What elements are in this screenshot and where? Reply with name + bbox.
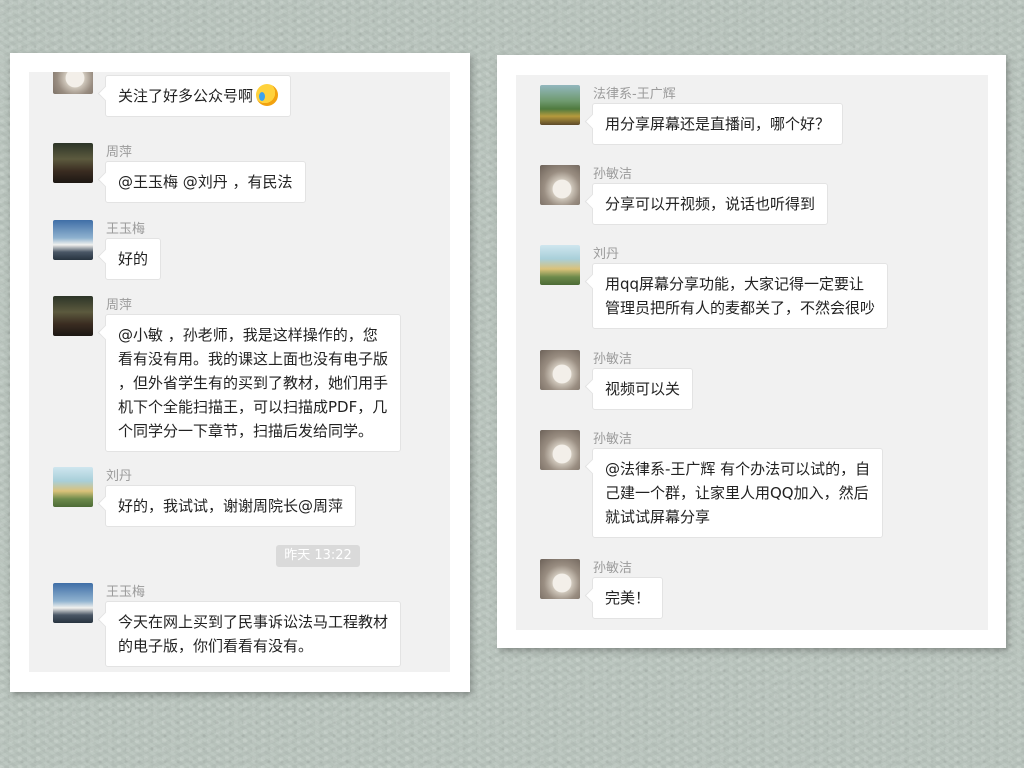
message-text: @王玉梅 @刘丹 ，有民法 bbox=[118, 173, 293, 191]
message-bubble[interactable]: 好的 bbox=[105, 238, 162, 280]
chat-screenshot-card-left: 关注了好多公众号啊 周萍 @王玉梅 @刘丹 ，有民法 王玉梅 好的 周萍 @小敏… bbox=[10, 53, 470, 692]
message-line: @法律系-王广辉 有个办法可以试的，自 bbox=[605, 460, 871, 478]
message-text: 分享可以开视频，说话也听得到 bbox=[605, 195, 816, 213]
message-line: 今天在网上买到了民事诉讼法马工程教材 bbox=[118, 613, 389, 631]
message-bubble[interactable]: @王玉梅 @刘丹 ，有民法 bbox=[105, 161, 306, 203]
message-line: 的电子版，你们看看有没有。 bbox=[118, 637, 314, 655]
avatar[interactable] bbox=[53, 72, 93, 94]
message-text: 关注了好多公众号啊 bbox=[118, 87, 254, 105]
message-text: 好的，我试试，谢谢周院长@周萍 bbox=[118, 497, 344, 515]
sender-name: 周萍 bbox=[106, 145, 133, 160]
sender-name: 王玉梅 bbox=[106, 222, 146, 237]
rolling-laughing-emoji-icon bbox=[256, 84, 279, 106]
message-line: 个同学分一下章节，扫描后发给同学。 bbox=[118, 422, 374, 440]
sender-name: 孙敏洁 bbox=[593, 432, 633, 447]
chat-area-left: 关注了好多公众号啊 周萍 @王玉梅 @刘丹 ，有民法 王玉梅 好的 周萍 @小敏… bbox=[29, 72, 450, 672]
avatar[interactable] bbox=[53, 467, 93, 507]
message-bubble[interactable]: 用分享屏幕还是直播间，哪个好？ bbox=[592, 103, 844, 145]
message-bubble[interactable]: 好的，我试试，谢谢周院长@周萍 bbox=[105, 485, 357, 527]
sender-name: 周萍 bbox=[106, 298, 133, 313]
sender-name: 孙敏洁 bbox=[593, 352, 633, 367]
message-bubble[interactable]: 视频可以关 bbox=[592, 368, 694, 410]
sender-name: 孙敏洁 bbox=[593, 561, 633, 576]
avatar[interactable] bbox=[540, 85, 580, 125]
message-line: 己建一个群，让家里人用QQ加入，然后 bbox=[605, 484, 869, 502]
avatar[interactable] bbox=[540, 430, 580, 470]
sender-name: 刘丹 bbox=[106, 469, 133, 484]
message-line: 机下个全能扫描王，可以扫描成PDF，几 bbox=[118, 398, 388, 416]
message-text: 用分享屏幕还是直播间，哪个好？ bbox=[605, 115, 831, 133]
avatar[interactable] bbox=[540, 350, 580, 390]
message-bubble[interactable]: 今天在网上买到了民事诉讼法马工程教材 的电子版，你们看看有没有。 bbox=[105, 601, 402, 667]
avatar[interactable] bbox=[540, 559, 580, 599]
sender-name: 法律系-王广辉 bbox=[593, 87, 676, 102]
avatar[interactable] bbox=[53, 296, 93, 336]
message-bubble[interactable]: 关注了好多公众号啊 bbox=[105, 75, 292, 117]
sender-name: 孙敏洁 bbox=[593, 167, 633, 182]
message-line: ，但外省学生有的买到了教材，她们用手 bbox=[118, 374, 389, 392]
sender-name: 王玉梅 bbox=[106, 585, 146, 600]
avatar[interactable] bbox=[540, 165, 580, 205]
chat-area-right: 法律系-王广辉 用分享屏幕还是直播间，哪个好？ 孙敏洁 分享可以开视频，说话也听… bbox=[516, 75, 988, 630]
message-bubble[interactable]: 分享可以开视频，说话也听得到 bbox=[592, 183, 829, 225]
message-line: 用qq屏幕分享功能，大家记得一定要让 bbox=[605, 275, 865, 293]
chat-screenshot-card-right: 法律系-王广辉 用分享屏幕还是直播间，哪个好？ 孙敏洁 分享可以开视频，说话也听… bbox=[497, 55, 1006, 648]
message-bubble[interactable]: @法律系-王广辉 有个办法可以试的，自 己建一个群，让家里人用QQ加入，然后 就… bbox=[592, 448, 884, 538]
sender-name: 刘丹 bbox=[593, 247, 620, 262]
message-bubble[interactable]: 用qq屏幕分享功能，大家记得一定要让 管理员把所有人的麦都关了，不然会很吵 bbox=[592, 263, 889, 329]
message-bubble[interactable]: @小敏 ，孙老师，我是这样操作的，您 看有没有用。我的课这上面也没有电子版 ，但… bbox=[105, 314, 402, 452]
avatar[interactable] bbox=[540, 245, 580, 285]
message-line: @小敏 ，孙老师，我是这样操作的，您 bbox=[118, 326, 378, 344]
avatar[interactable] bbox=[53, 583, 93, 623]
message-text: 好的 bbox=[118, 250, 149, 268]
message-line: 就试试屏幕分享 bbox=[605, 508, 711, 526]
message-text: 完美！ bbox=[605, 589, 651, 607]
message-line: 看有没有用。我的课这上面也没有电子版 bbox=[118, 350, 389, 368]
avatar[interactable] bbox=[53, 143, 93, 183]
message-bubble[interactable]: 完美！ bbox=[592, 577, 664, 619]
message-text: 视频可以关 bbox=[605, 380, 681, 398]
message-line: 管理员把所有人的麦都关了，不然会很吵 bbox=[605, 299, 876, 317]
avatar[interactable] bbox=[53, 220, 93, 260]
timestamp-chip: 昨天 13:22 bbox=[276, 545, 360, 567]
